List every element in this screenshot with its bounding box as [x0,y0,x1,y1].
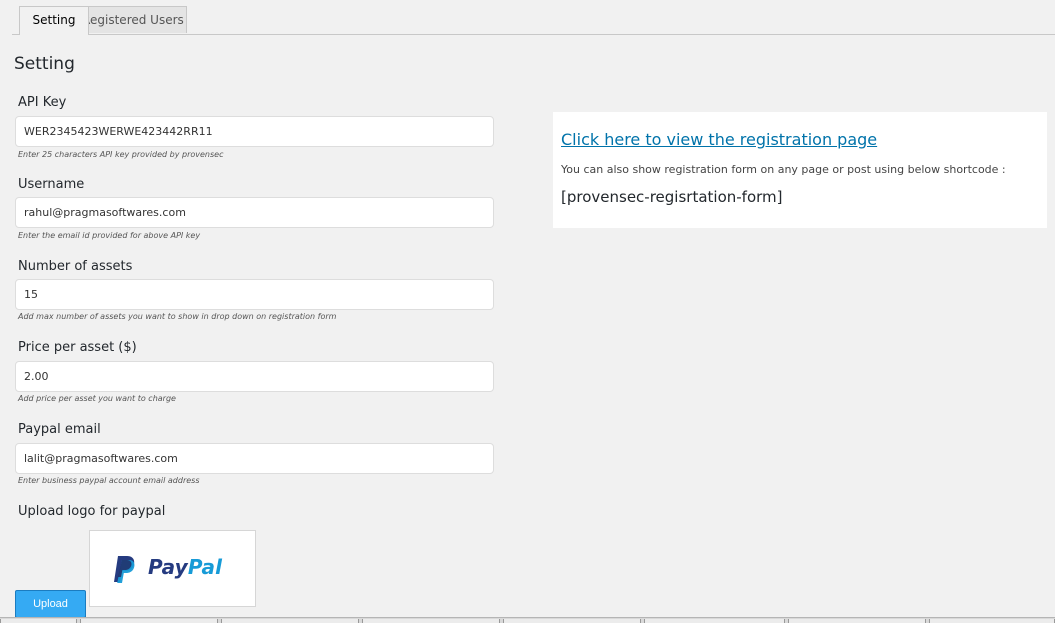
paypal-email-hint: Enter business paypal account email addr… [18,476,200,485]
number-of-assets-label: Number of assets [18,259,133,274]
username-input[interactable] [15,197,494,228]
bottom-strip [0,617,1055,623]
bottom-strip-cell [80,619,218,623]
paypal-p-icon [114,556,135,583]
price-per-asset-input[interactable] [15,361,494,392]
shortcode-text: [provensec-regisrtation-form] [561,188,783,206]
api-key-input[interactable] [15,116,494,147]
page-title: Setting [14,54,75,74]
api-key-label: API Key [18,95,67,110]
bottom-strip-cell [788,619,926,623]
upload-logo-label: Upload logo for paypal [18,504,166,519]
registration-info-box: Click here to view the registration page… [553,112,1047,228]
upload-button[interactable]: Upload [15,590,86,618]
price-per-asset-label: Price per asset ($) [18,340,137,355]
paypal-wordmark-pal: Pal [187,555,223,579]
paypal-wordmark: PayPal [148,555,222,579]
bottom-strip-cell [221,619,359,623]
tab-setting[interactable]: Setting [19,6,89,35]
bottom-strip-cell [929,619,1055,623]
number-of-assets-hint: Add max number of assets you want to sho… [18,312,337,321]
bottom-strip-cell [0,619,77,623]
paypal-email-label: Paypal email [18,422,101,437]
bottom-strip-cell [644,619,785,623]
tab-registered-users[interactable]: Registered Users [79,6,187,33]
price-per-asset-hint: Add price per asset you want to charge [18,394,176,403]
paypal-wordmark-pay: Pay [148,555,188,579]
bottom-strip-cell [503,619,641,623]
api-key-hint: Enter 25 characters API key provided by … [18,150,224,159]
tab-bar: Setting Registered Users [12,0,1055,35]
username-label: Username [18,177,85,192]
registration-page-link[interactable]: Click here to view the registration page [561,130,877,149]
username-hint: Enter the email id provided for above AP… [18,231,201,240]
shortcode-description: You can also show registration form on a… [561,163,1006,176]
paypal-email-input[interactable] [15,443,494,474]
paypal-logo-preview: PayPal [89,530,256,607]
bottom-strip-cell [362,619,500,623]
number-of-assets-input[interactable] [15,279,494,310]
